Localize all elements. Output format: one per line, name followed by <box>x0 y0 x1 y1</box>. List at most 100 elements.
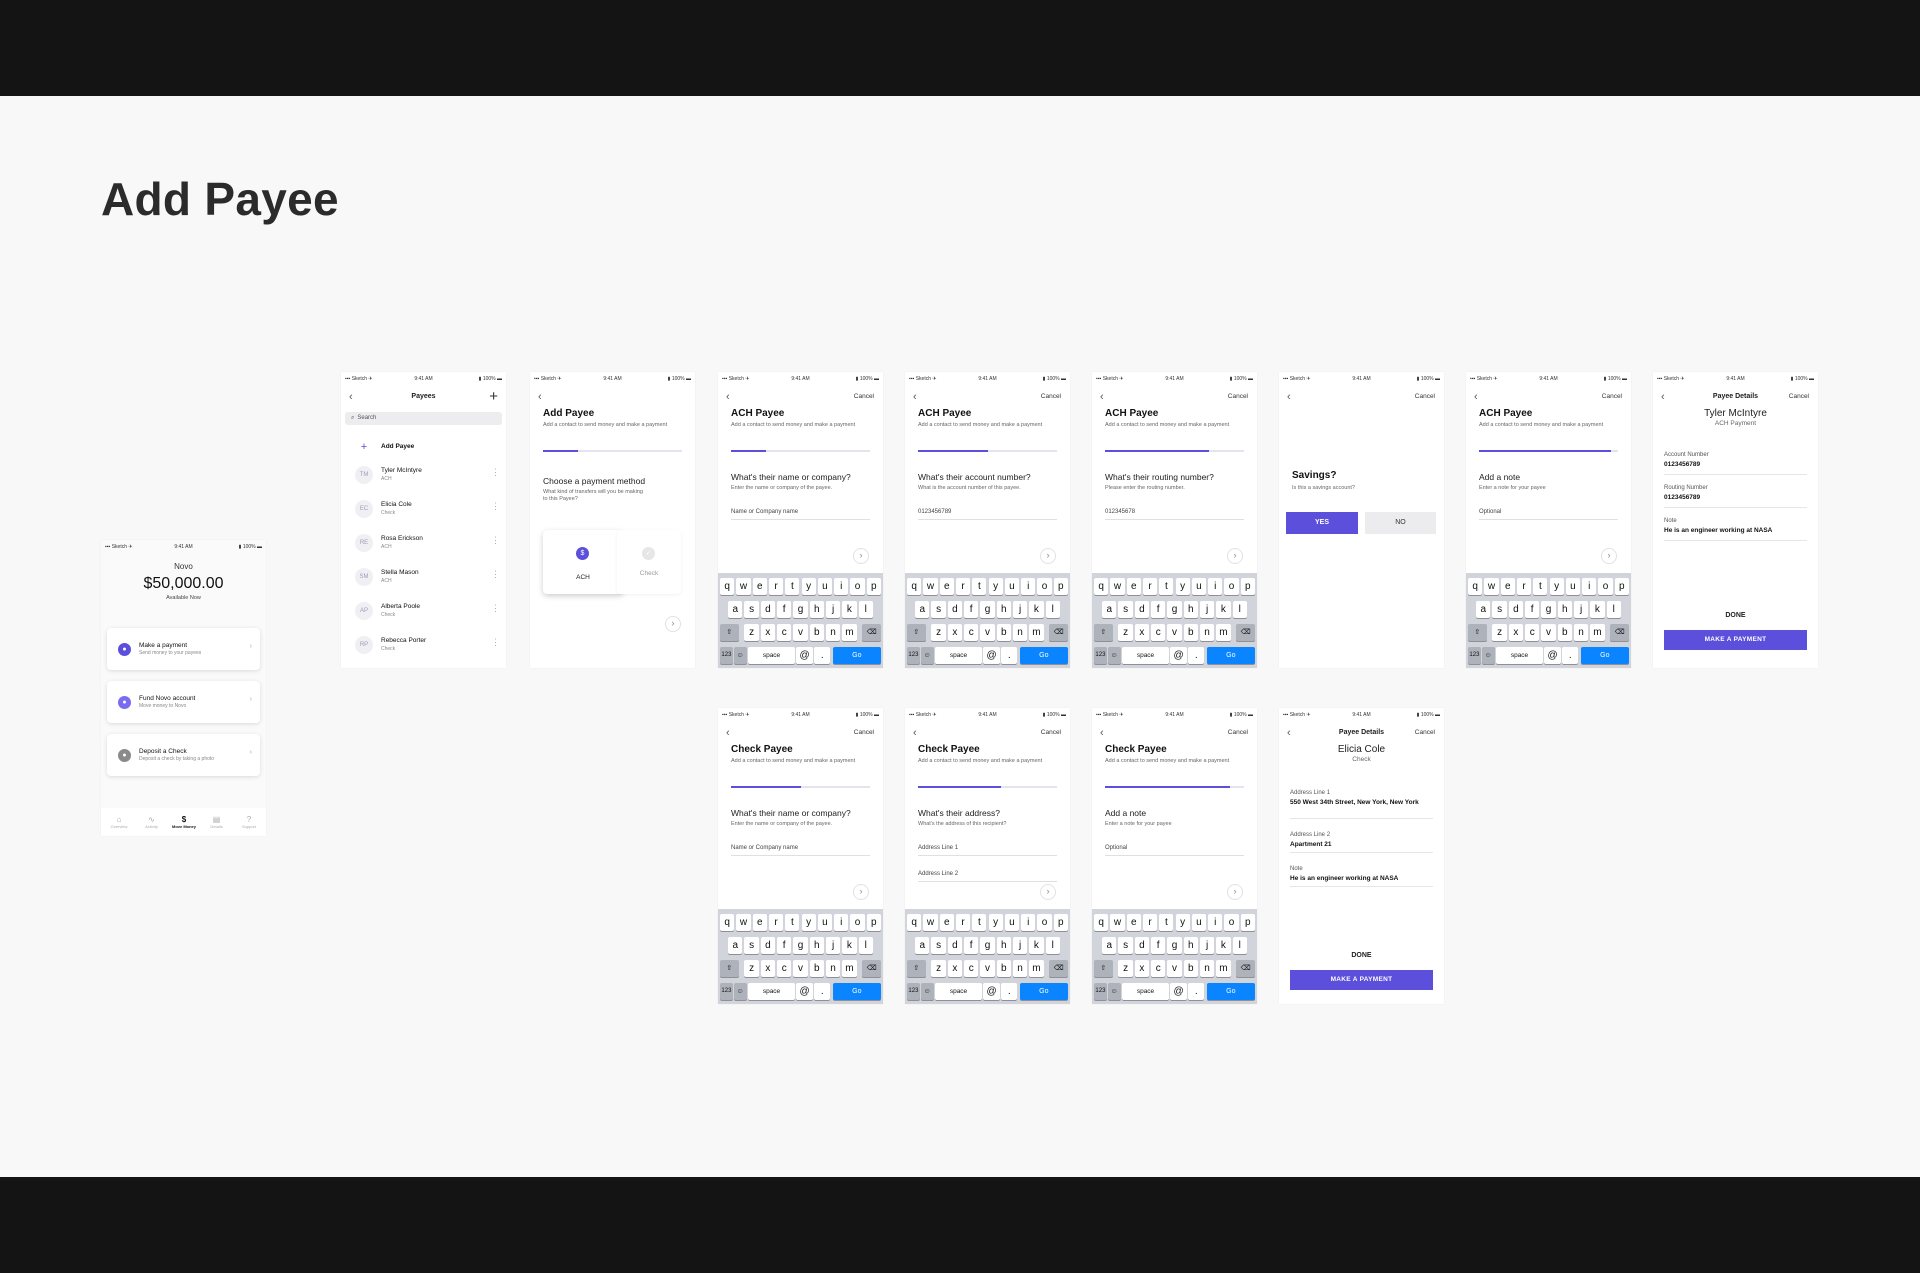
key-c[interactable]: c <box>1151 624 1166 641</box>
key-j[interactable]: j <box>1573 601 1589 618</box>
key-s[interactable]: s <box>931 937 946 954</box>
key-o[interactable]: o <box>1598 578 1613 595</box>
space-key[interactable]: space <box>935 647 982 664</box>
key-t[interactable]: t <box>1533 578 1548 595</box>
tab-support[interactable]: ? Support <box>233 815 265 829</box>
key-i[interactable]: i <box>1208 578 1223 595</box>
tab-details[interactable]: ▤ Details <box>201 815 233 829</box>
key-i[interactable]: i <box>834 914 849 931</box>
key-f[interactable]: f <box>1151 601 1166 618</box>
key-c[interactable]: c <box>964 624 979 641</box>
key-b[interactable]: b <box>809 624 824 641</box>
no-button[interactable]: NO <box>1365 512 1436 534</box>
more-icon[interactable]: ⋮ <box>491 467 500 478</box>
dot-key[interactable]: . <box>1001 983 1018 1000</box>
key-d[interactable]: d <box>947 601 963 618</box>
key-r[interactable]: r <box>1142 914 1158 931</box>
key-c[interactable]: c <box>777 960 792 977</box>
key-m[interactable]: m <box>842 960 857 977</box>
key-o[interactable]: o <box>1224 914 1239 931</box>
numbers-key[interactable]: 123 <box>1094 647 1107 664</box>
dot-key[interactable]: . <box>1188 983 1205 1000</box>
dot-key[interactable]: . <box>1562 647 1579 664</box>
key-b[interactable]: b <box>1183 960 1198 977</box>
key-g[interactable]: g <box>793 601 808 618</box>
numbers-key[interactable]: 123 <box>720 983 733 1000</box>
key-i[interactable]: i <box>1582 578 1597 595</box>
key-l[interactable]: l <box>1232 601 1247 618</box>
key-k[interactable]: k <box>842 937 857 954</box>
more-icon[interactable]: ⋮ <box>491 501 500 512</box>
shift-key[interactable]: ⇧ <box>1094 960 1113 977</box>
key-c[interactable]: c <box>777 624 792 641</box>
emoji-key[interactable]: ☺ <box>733 983 747 1000</box>
key-v[interactable]: v <box>1541 624 1556 641</box>
shift-key[interactable]: ⇧ <box>907 624 926 641</box>
key-p[interactable]: p <box>866 914 881 931</box>
done-button[interactable]: DONE <box>1653 612 1818 619</box>
key-d[interactable]: d <box>1508 601 1524 618</box>
space-key[interactable]: space <box>1496 647 1543 664</box>
next-button[interactable]: › <box>1040 884 1056 900</box>
key-e[interactable]: e <box>1126 578 1141 595</box>
key-p[interactable]: p <box>866 578 881 595</box>
key-g[interactable]: g <box>793 937 808 954</box>
key-k[interactable]: k <box>1029 601 1044 618</box>
key-o[interactable]: o <box>850 914 865 931</box>
key-z[interactable]: z <box>931 624 946 641</box>
key-w[interactable]: w <box>923 578 938 595</box>
option-ach[interactable]: $ ACH <box>543 530 623 594</box>
key-x[interactable]: x <box>947 624 963 641</box>
key-q[interactable]: q <box>720 914 735 931</box>
key-s[interactable]: s <box>1118 601 1133 618</box>
key-n[interactable]: n <box>825 960 841 977</box>
cancel-button[interactable]: Cancel <box>1041 729 1061 736</box>
key-v[interactable]: v <box>793 960 808 977</box>
at-key[interactable]: @ <box>1544 647 1561 664</box>
key-s[interactable]: s <box>1492 601 1507 618</box>
key-d[interactable]: d <box>760 601 776 618</box>
back-button[interactable]: ‹ <box>1100 391 1104 403</box>
key-q[interactable]: q <box>720 578 735 595</box>
next-button[interactable]: › <box>1227 548 1243 564</box>
option-check[interactable]: ✓ Check <box>617 530 681 594</box>
key-h[interactable]: h <box>809 601 824 618</box>
space-key[interactable]: space <box>748 983 795 1000</box>
key-y[interactable]: y <box>801 578 816 595</box>
key-m[interactable]: m <box>1029 960 1044 977</box>
tab-overview[interactable]: ⌂ Overview <box>103 815 135 829</box>
key-p[interactable]: p <box>1053 578 1068 595</box>
space-key[interactable]: space <box>1122 647 1169 664</box>
key-x[interactable]: x <box>1134 960 1150 977</box>
input-field[interactable]: Name or Company name <box>731 509 870 520</box>
back-button[interactable]: ‹ <box>1100 727 1104 739</box>
key-n[interactable]: n <box>1012 960 1028 977</box>
next-button[interactable]: › <box>853 884 869 900</box>
key-l[interactable]: l <box>858 601 873 618</box>
key-p[interactable]: p <box>1053 914 1068 931</box>
key-z[interactable]: z <box>744 624 759 641</box>
payee-row[interactable]: RE Rosa Erickson ACH ⋮ <box>341 531 506 555</box>
key-r[interactable]: r <box>955 914 971 931</box>
key-u[interactable]: u <box>1191 914 1207 931</box>
dot-key[interactable]: . <box>814 647 831 664</box>
cancel-button[interactable]: Cancel <box>854 393 874 400</box>
key-d[interactable]: d <box>947 937 963 954</box>
cancel-button[interactable]: Cancel <box>1228 393 1248 400</box>
key-q[interactable]: q <box>1094 578 1109 595</box>
key-k[interactable]: k <box>1216 937 1231 954</box>
key-r[interactable]: r <box>1516 578 1532 595</box>
cancel-button[interactable]: Cancel <box>1415 393 1435 400</box>
key-n[interactable]: n <box>1012 624 1028 641</box>
key-m[interactable]: m <box>1590 624 1605 641</box>
search-input[interactable]: ⌕ Search <box>345 412 502 425</box>
key-x[interactable]: x <box>1134 624 1150 641</box>
shift-key[interactable]: ⇧ <box>720 624 739 641</box>
key-l[interactable]: l <box>1232 937 1247 954</box>
key-w[interactable]: w <box>1484 578 1499 595</box>
key-u[interactable]: u <box>817 914 833 931</box>
dot-key[interactable]: . <box>1001 647 1018 664</box>
key-a[interactable]: a <box>1102 937 1117 954</box>
payee-row[interactable]: SM Stella Mason ACH ⋮ <box>341 565 506 589</box>
at-key[interactable]: @ <box>1170 647 1187 664</box>
